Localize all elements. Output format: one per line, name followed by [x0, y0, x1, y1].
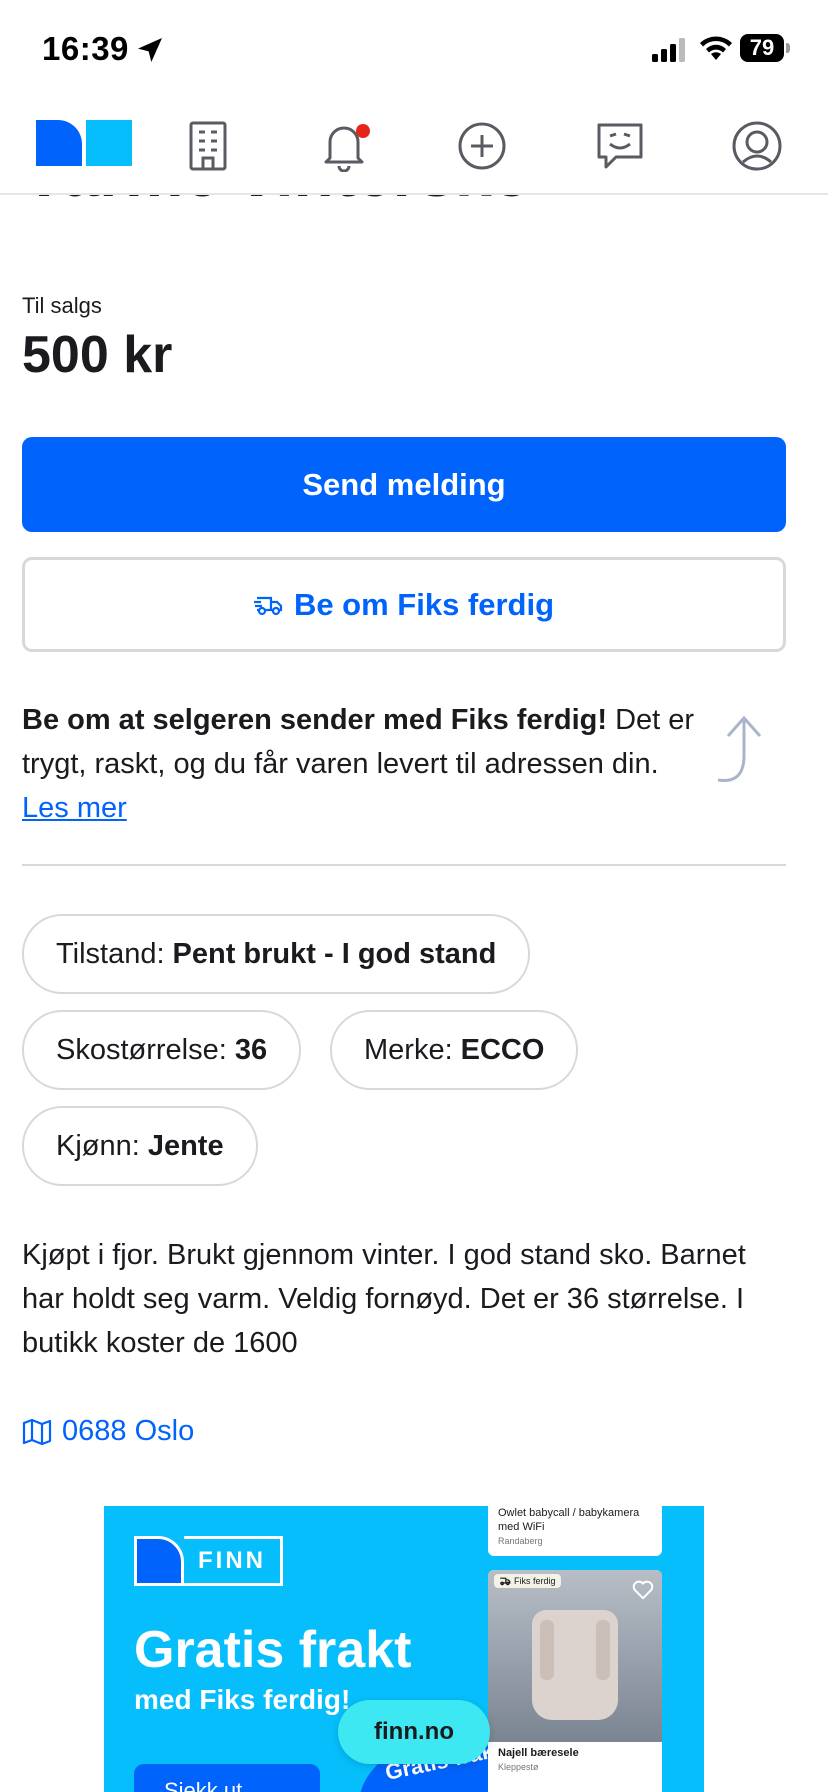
price-label: Til salgs — [22, 293, 102, 318]
notifications-nav-button[interactable] — [314, 116, 374, 176]
attribute-label: Kjønn: — [56, 1129, 140, 1162]
notification-dot — [356, 124, 370, 138]
attribute-label: Skostørrelse: — [56, 1033, 227, 1066]
request-fiks-ferdig-label: Be om Fiks ferdig — [293, 586, 555, 622]
attribute-label: Tilstand: — [56, 937, 165, 970]
cellular-signal-icon — [652, 38, 685, 62]
attribute-value: 36 — [234, 1033, 268, 1066]
truck-icon — [253, 596, 283, 615]
battery-level: 79 — [740, 34, 784, 62]
read-more-link[interactable]: Les mer — [22, 792, 127, 824]
attribute-pill-shoe-size: Skostørrelse: 36 — [22, 1010, 302, 1090]
attribute-pill-brand: Merke: ECCO — [330, 1010, 579, 1090]
new-ad-nav-button[interactable] — [452, 116, 512, 176]
wifi-icon — [700, 36, 732, 60]
profile-icon — [732, 121, 782, 171]
ad-subtitle: med Fiks ferdig! — [134, 1684, 351, 1715]
curved-arrow-up-icon — [717, 715, 762, 782]
ad-card-tag: Fiks ferdig — [494, 1574, 561, 1588]
status-bar: 16:39 79 — [0, 0, 828, 100]
ad-card-location: Kleppestø — [498, 1762, 539, 1772]
attribute-value: ECCO — [460, 1033, 545, 1066]
price: 500 kr — [22, 326, 173, 384]
attribute-pill-gender: Kjønn: Jente — [22, 1106, 258, 1186]
attribute-value: Pent brukt - I god stand — [172, 937, 497, 970]
map-icon — [22, 1418, 52, 1445]
truck-icon — [500, 1577, 511, 1586]
send-message-button[interactable]: Send melding — [22, 437, 786, 532]
ad-card-location: Randaberg — [498, 1536, 543, 1546]
profile-nav-button[interactable] — [727, 116, 787, 176]
plus-circle-icon — [458, 122, 506, 170]
messages-nav-button[interactable] — [590, 116, 650, 176]
battery-icon: 79 — [740, 34, 790, 62]
attribute-value: Jente — [147, 1129, 224, 1162]
request-fiks-ferdig-button[interactable]: Be om Fiks ferdig — [22, 557, 786, 652]
building-icon — [189, 121, 227, 171]
top-nav-bar — [0, 100, 828, 195]
ad-title: Gratis frakt — [134, 1621, 412, 1679]
fiks-ferdig-info: Be om at selgeren sender med Fiks ferdig… — [22, 698, 712, 830]
attribute-pill-condition: Tilstand: Pent brukt - I god stand — [22, 914, 531, 994]
ad-product-card: Fiks ferdig Najell bæresele Kleppestø — [488, 1570, 662, 1792]
attribute-label: Merke: — [364, 1033, 453, 1066]
ad-product-card: Owlet babycall / babykamera med WiFi Ran… — [488, 1506, 662, 1556]
divider — [22, 864, 786, 866]
ad-finn-logo: FINN — [134, 1536, 283, 1586]
chat-icon — [597, 123, 643, 169]
location-link[interactable]: 0688 Oslo — [22, 1415, 194, 1448]
fiks-ferdig-info-bold: Be om at selgeren sender med Fiks ferdig… — [22, 704, 608, 736]
heart-icon[interactable] — [632, 1580, 654, 1600]
location-text: 0688 Oslo — [62, 1415, 195, 1447]
business-nav-button[interactable] — [178, 116, 238, 176]
ad-card-title: Najell bæresele — [498, 1747, 579, 1759]
ad-cta-button[interactable]: Sjekk ut — [134, 1764, 320, 1792]
listing-description: Kjøpt i fjor. Brukt gjennom vinter. I go… — [22, 1239, 746, 1359]
ad-card-title: Owlet babycall / babykamera med WiFi — [498, 1507, 640, 1533]
location-arrow-icon — [138, 38, 162, 62]
status-time: 16:39 — [42, 30, 129, 67]
url-pill[interactable]: finn.no — [338, 1700, 490, 1764]
